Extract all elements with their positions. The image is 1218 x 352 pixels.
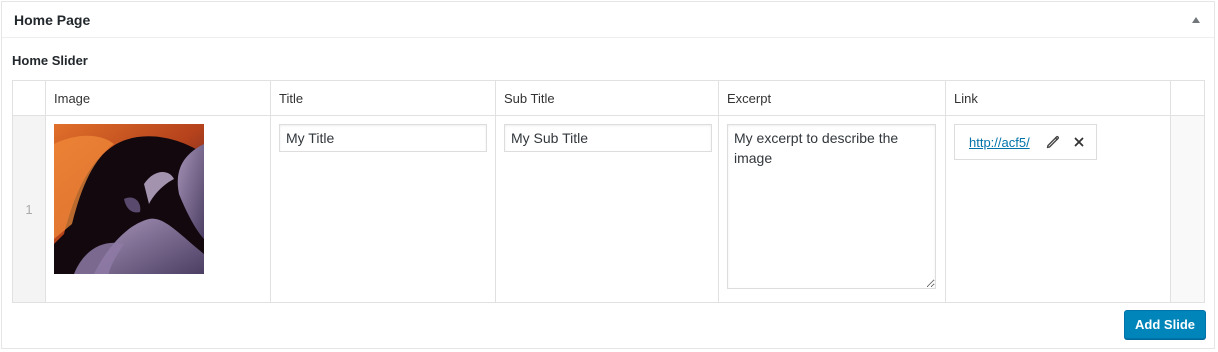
field-label: Home Slider <box>12 53 88 68</box>
title-input[interactable] <box>279 124 487 152</box>
triangle-up-icon[interactable] <box>1192 16 1200 23</box>
row-remove-handle[interactable] <box>1170 115 1205 303</box>
pencil-icon[interactable] <box>1044 133 1062 151</box>
column-header-title: Title <box>270 80 496 116</box>
sub-title-cell <box>495 115 719 303</box>
column-header-link: Link <box>945 80 1171 116</box>
column-header-excerpt: Excerpt <box>718 80 946 116</box>
sub-title-input[interactable] <box>504 124 712 152</box>
add-slide-button[interactable]: Add Slide <box>1124 310 1206 339</box>
excerpt-textarea[interactable]: My excerpt to describe the image <box>727 124 936 289</box>
row-order-handle[interactable]: 1 <box>12 115 46 303</box>
image-cell <box>45 115 271 303</box>
slider-image[interactable] <box>54 124 204 274</box>
link-url[interactable]: http://acf5/ <box>969 135 1030 150</box>
remove-column-header <box>1170 80 1205 116</box>
title-cell <box>270 115 496 303</box>
close-icon[interactable] <box>1070 133 1088 151</box>
order-column-header <box>12 80 46 116</box>
table-row: 1 My Title My Sub Title My excerpt to de… <box>12 115 1205 303</box>
metabox-title: Home Page <box>14 11 91 28</box>
table-header-row: Image Title Sub Title Excerpt Link <box>12 80 1205 116</box>
link-cell: http://acf5/ <box>945 115 1171 303</box>
column-header-image: Image <box>45 80 271 116</box>
metabox-header[interactable]: Home Page <box>2 2 1214 38</box>
link-display: http://acf5/ <box>954 124 1097 160</box>
repeater-table: Image Title Sub Title Excerpt Link 1 My … <box>12 80 1205 303</box>
column-header-sub-title: Sub Title <box>495 80 719 116</box>
excerpt-cell: My excerpt to describe the image <box>718 115 946 303</box>
